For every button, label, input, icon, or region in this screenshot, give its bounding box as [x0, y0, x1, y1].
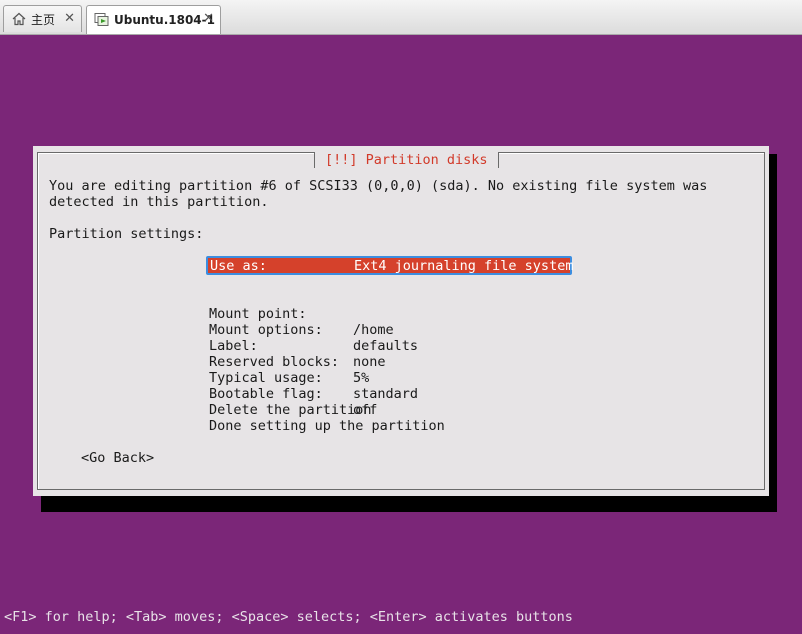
setting-value: /home — [353, 322, 394, 338]
close-icon[interactable]: ✕ — [203, 11, 214, 26]
setting-value: 5% — [353, 370, 370, 386]
setting-use-as[interactable]: Use as: Ext4 journaling file system — [206, 256, 574, 275]
setting-value: defaults — [353, 338, 419, 354]
setting-value: standard — [353, 386, 419, 402]
setting-key: Reserved blocks: — [209, 354, 340, 370]
setting-bootable-flag[interactable]: Bootable flag: off — [0, 370, 377, 418]
setting-key: Typical usage: — [209, 370, 323, 386]
tab-ubuntu-label: Ubuntu.1804-1 — [114, 13, 215, 27]
setting-key: Mount point: — [209, 306, 307, 322]
tab-home-label: 主页 — [31, 12, 56, 27]
done-partition-option[interactable]: Done setting up the partition — [209, 418, 445, 434]
close-icon[interactable]: ✕ — [64, 11, 75, 26]
intro-text-line1: You are editing partition #6 of SCSI33 (… — [49, 178, 708, 194]
dialog-title: [!!] Partition disks — [314, 152, 499, 168]
setting-key: Bootable flag: — [209, 386, 323, 402]
setting-key: Mount options: — [209, 322, 323, 338]
tab-ubuntu-vm[interactable]: Ubuntu.1804-1 ✕ — [86, 5, 221, 34]
intro-text-line2: detected in this partition. — [49, 194, 269, 210]
home-icon — [11, 11, 27, 27]
setting-value: none — [353, 354, 386, 370]
settings-heading: Partition settings: — [49, 226, 204, 242]
setting-value: Ext4 journaling file system — [354, 258, 574, 274]
status-bar-help: <F1> for help; <Tab> moves; <Space> sele… — [4, 609, 573, 625]
setting-key: Use as: — [210, 258, 267, 274]
go-back-button[interactable]: <Go Back> — [81, 450, 154, 466]
vm-icon — [94, 12, 110, 28]
tab-home[interactable]: 主页 ✕ — [3, 5, 82, 32]
delete-partition-option[interactable]: Delete the partition — [209, 402, 372, 418]
tab-bar: 主页 ✕ Ubuntu.1804-1 ✕ — [0, 0, 802, 35]
setting-key: Label: — [209, 338, 258, 354]
